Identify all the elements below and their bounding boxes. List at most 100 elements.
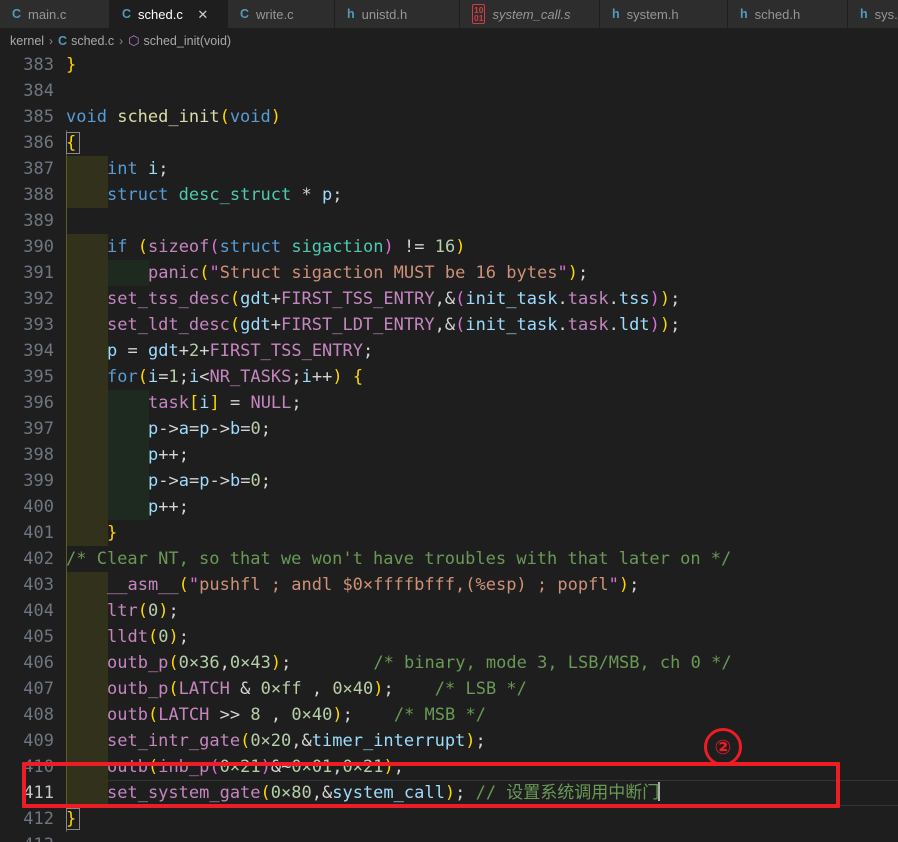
code-line[interactable]: 395 for(i=1;i<NR_TASKS;i++) { — [0, 364, 898, 390]
line-number: 385 — [23, 107, 54, 127]
editor-tab-write-c[interactable]: Cwrite.c — [228, 0, 335, 28]
code-editor[interactable]: 383} 384 385 void sched_init(void) 386{387 i… — [0, 52, 898, 842]
text-cursor — [658, 782, 661, 801]
code-text: set_tss_desc(gdt+FIRST_TSS_ENTRY,&(init_… — [107, 289, 681, 309]
editor-tab-system-h[interactable]: h system.h — [600, 0, 728, 28]
breadcrumb-item-symbol[interactable]: ⬡ sched_init(void) — [128, 33, 231, 49]
editor-tab-bar: Cmain.c Csched.c ✕ Cwrite.c h unistd.h 10 01 sys… — [0, 0, 898, 29]
code-line[interactable]: 396 task[i] = NULL; — [0, 390, 898, 416]
code-line[interactable]: 387 int i; — [0, 156, 898, 182]
line-number: 398 — [23, 445, 54, 465]
line-number: 400 — [23, 497, 54, 517]
code-text: lldt(0); — [107, 627, 189, 647]
h-file-icon: h — [740, 7, 748, 21]
line-number: 396 — [23, 393, 54, 413]
editor-tab-system_call-s[interactable]: 10 01 system_call.s — [460, 0, 600, 28]
line-number: 401 — [23, 523, 54, 543]
editor-tab-sched-h[interactable]: h sched.h — [728, 0, 848, 28]
code-text: } — [66, 55, 77, 75]
code-line[interactable]: 410 outb(inb_p(0×21)&~0×01,0×21); — [0, 754, 898, 780]
editor-tab-label: write.c — [256, 6, 294, 22]
code-line[interactable]: 399 p->a=p->b=0; — [0, 468, 898, 494]
breadcrumb-folder-label: kernel — [10, 33, 45, 48]
code-text: task[i] = NULL; — [148, 393, 302, 413]
line-number: 399 — [23, 471, 54, 491]
editor-tab-sys-h[interactable]: h sys.h — [848, 0, 898, 28]
code-text: int i; — [107, 159, 169, 179]
breadcrumb-item-folder[interactable]: kernel — [10, 34, 44, 48]
line-number: 402 — [23, 549, 54, 569]
code-line[interactable]: 390 if (sizeof(struct sigaction) != 16) — [0, 234, 898, 260]
code-line[interactable]: 401 } — [0, 520, 898, 546]
code-line[interactable]: 411 set_system_gate(0×80,&system_call); … — [0, 780, 898, 806]
line-number: 394 — [23, 341, 54, 361]
symbol-method-icon: ⬡ — [128, 32, 140, 48]
line-number: 397 — [23, 419, 54, 439]
code-line[interactable]: 402 /* Clear NT, so that we won't have tr… — [0, 546, 898, 572]
editor-tab-label: unistd.h — [361, 6, 408, 22]
editor-tab-label: system_call.s — [492, 6, 571, 22]
code-line[interactable]: 383} — [0, 52, 898, 78]
line-number: 406 — [23, 653, 54, 673]
code-line[interactable]: 388 struct desc_struct * p; — [0, 182, 898, 208]
line-number: 389 — [23, 211, 54, 231]
line-number: 392 — [23, 289, 54, 309]
code-text: outb(inb_p(0×21)&~0×01,0×21); — [107, 757, 404, 777]
code-line[interactable]: 404 ltr(0); — [0, 598, 898, 624]
editor-tab-label: sched.h — [754, 6, 801, 22]
line-number: 408 — [23, 705, 54, 725]
code-text: } — [107, 523, 118, 543]
h-file-icon: h — [347, 7, 355, 21]
code-line[interactable]: 405 lldt(0); — [0, 624, 898, 650]
code-line[interactable]: 389 — [0, 208, 898, 234]
code-text: struct desc_struct * p; — [107, 185, 343, 205]
code-line[interactable]: 394 p = gdt+2+FIRST_TSS_ENTRY; — [0, 338, 898, 364]
line-number: 409 — [23, 731, 54, 751]
code-line[interactable]: 391 panic("Struct sigaction MUST be 16 b… — [0, 260, 898, 286]
close-icon[interactable]: ✕ — [196, 8, 210, 21]
code-line[interactable]: 397 p->a=p->b=0; — [0, 416, 898, 442]
code-line[interactable]: 398 p++; — [0, 442, 898, 468]
code-line[interactable]: 384 — [0, 78, 898, 104]
line-number: 395 — [23, 367, 54, 387]
code-line[interactable]: 392 set_tss_desc(gdt+FIRST_TSS_ENTRY,&(i… — [0, 286, 898, 312]
code-text: ltr(0); — [107, 601, 179, 621]
code-line[interactable]: 412} — [0, 806, 898, 832]
breadcrumb-file-label: sched.c — [71, 33, 115, 48]
code-text: __asm__("pushfl ; andl $0×ffffbfff,(%esp… — [107, 575, 640, 595]
breadcrumb-item-file[interactable]: C sched.c — [58, 34, 114, 48]
c-file-icon: C — [58, 33, 68, 48]
code-line[interactable]: 386{ — [0, 130, 898, 156]
editor-tab-label: main.c — [28, 6, 67, 22]
code-text: void sched_init(void) — [66, 107, 282, 127]
code-line[interactable]: 406 outb_p(0×36,0×43); /* binary, mode 3… — [0, 650, 898, 676]
breadcrumb-symbol-label: sched_init(void) — [143, 33, 232, 48]
editor-tab-main-c[interactable]: Cmain.c — [0, 0, 110, 28]
code-line[interactable]: 385 void sched_init(void) — [0, 104, 898, 130]
line-number: 391 — [23, 263, 54, 283]
code-line[interactable]: 403 __asm__("pushfl ; andl $0×ffffbfff,(… — [0, 572, 898, 598]
line-number: 407 — [23, 679, 54, 699]
code-line[interactable]: 408 outb(LATCH >> 8 , 0×40); /* MSB */ — [0, 702, 898, 728]
line-number: 383 — [23, 55, 54, 75]
code-text: p++; — [148, 445, 189, 465]
editor-tab-sched-c[interactable]: Csched.c ✕ — [110, 0, 228, 28]
code-text: p++; — [148, 497, 189, 517]
code-line[interactable]: 400 p++; — [0, 494, 898, 520]
c-file-icon: C — [240, 7, 250, 21]
line-number: 410 — [23, 757, 54, 777]
code-text: set_ldt_desc(gdt+FIRST_LDT_ENTRY,&(init_… — [107, 315, 681, 335]
line-number: 404 — [23, 601, 54, 621]
line-number: 411 — [23, 783, 54, 803]
code-text: /* Clear NT, so that we won't have troub… — [66, 549, 732, 569]
code-text: set_intr_gate(0×20,&timer_interrupt); — [107, 731, 486, 751]
c-file-icon: C — [12, 7, 22, 21]
code-line[interactable]: 393 set_ldt_desc(gdt+FIRST_LDT_ENTRY,&(i… — [0, 312, 898, 338]
line-number: 390 — [23, 237, 54, 257]
code-text: outb(LATCH >> 8 , 0×40); /* MSB */ — [107, 705, 486, 725]
code-line[interactable]: 407 outb_p(LATCH & 0×ff , 0×40); /* LSB … — [0, 676, 898, 702]
line-number: 386 — [23, 133, 54, 153]
code-line[interactable]: 409 set_intr_gate(0×20,&timer_interrupt)… — [0, 728, 898, 754]
editor-tab-unistd-h[interactable]: h unistd.h — [335, 0, 460, 28]
c-file-icon: C — [122, 7, 132, 21]
